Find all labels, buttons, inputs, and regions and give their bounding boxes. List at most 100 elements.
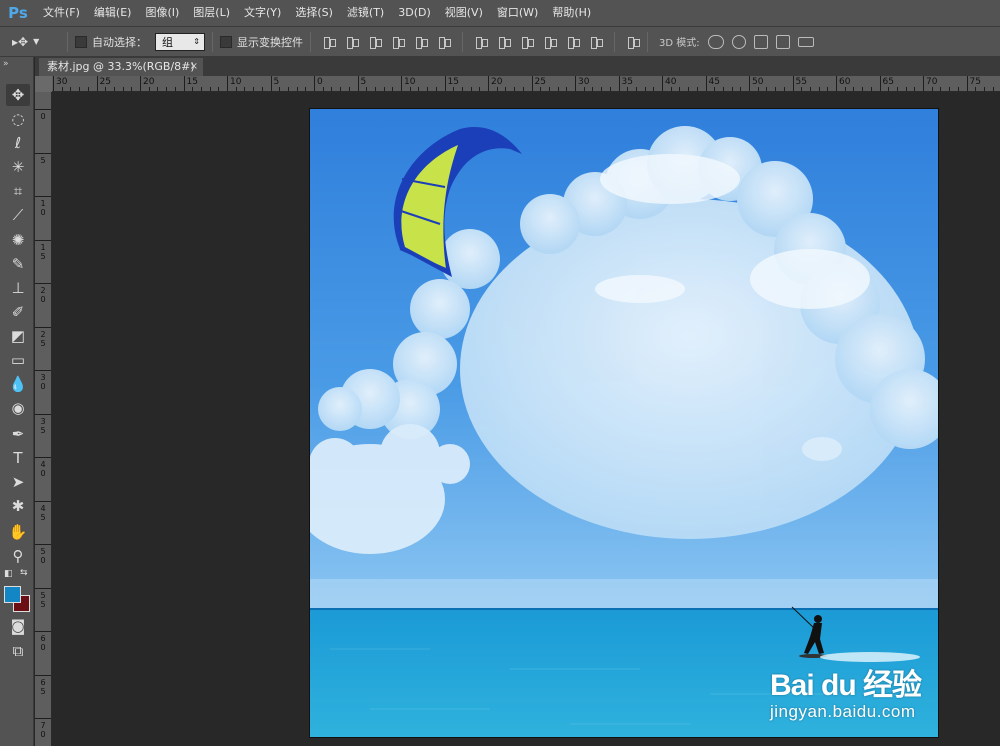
crop-tool-icon[interactable]: ⌗	[6, 180, 30, 202]
blur-tool-icon[interactable]: 💧	[6, 373, 30, 395]
ruler-tick	[183, 76, 185, 91]
brush-tool-icon[interactable]: ✎	[6, 253, 30, 275]
collapse-icon[interactable]: »	[3, 59, 9, 69]
menu-bar: Ps 文件(F) 编辑(E) 图像(I) 图层(L) 文字(Y) 选择(S) 滤…	[0, 0, 1000, 26]
3d-scale-icon[interactable]	[797, 36, 814, 47]
distribute-top-icon[interactable]	[474, 35, 488, 49]
healing-brush-tool-icon[interactable]: ✺	[6, 229, 30, 251]
menu-type[interactable]: 文字(Y)	[237, 0, 288, 26]
align-right-edges-icon[interactable]	[437, 35, 451, 49]
menu-edit[interactable]: 编辑(E)	[87, 0, 139, 26]
ruler-label: 45	[708, 77, 720, 87]
mode-3d-label: 3D 模式:	[659, 38, 700, 49]
ruler-tick	[836, 76, 837, 91]
distribute-hcenter-icon[interactable]	[566, 35, 580, 49]
auto-select-value: 组	[162, 35, 173, 49]
align-left-edges-icon[interactable]	[391, 35, 405, 49]
ruler-tick	[35, 631, 51, 632]
auto-select-dropdown[interactable]: 组 ⇕	[155, 32, 205, 51]
align-horizontal-centers-icon[interactable]	[414, 35, 428, 49]
close-icon[interactable]: ×	[190, 58, 198, 76]
3d-drag-icon[interactable]	[753, 34, 768, 49]
ruler-tick	[270, 76, 272, 91]
ruler-label: 55	[795, 77, 807, 87]
tool-preset-picker[interactable]: ▸✥ ▼	[12, 30, 60, 54]
ruler-label: 0	[317, 77, 323, 87]
default-colors-icon[interactable]: ◧	[4, 569, 13, 579]
eyedropper-tool-icon[interactable]: ⟋	[6, 204, 30, 226]
align-vertical-centers-icon[interactable]	[345, 35, 359, 49]
zoom-tool-icon[interactable]: ⚲	[6, 545, 30, 567]
history-brush-tool-icon[interactable]: ✐	[6, 301, 30, 323]
ruler-tick	[618, 76, 620, 91]
distribute-left-icon[interactable]	[543, 35, 557, 49]
options-bar: ▸✥ ▼ 自动选择： 组 ⇕ 显示变换控件 3D 模式:	[0, 26, 1000, 57]
pen-tool-icon[interactable]: ✒	[6, 423, 30, 445]
photoshop-window: Ps 文件(F) 编辑(E) 图像(I) 图层(L) 文字(Y) 选择(S) 滤…	[0, 0, 1000, 746]
ruler-tick	[444, 76, 446, 91]
menu-file[interactable]: 文件(F)	[36, 0, 87, 26]
menu-filter[interactable]: 滤镜(T)	[340, 0, 391, 26]
document-tab[interactable]: 素材.jpg @ 33.3%(RGB/8#) ×	[39, 58, 203, 76]
quick-mask-icon[interactable]: ◙	[6, 615, 30, 637]
lasso-tool-icon[interactable]: ℓ	[6, 132, 30, 154]
marquee-tool-icon[interactable]: ◌	[6, 108, 30, 130]
move-tool-icon[interactable]: ✥	[6, 84, 30, 106]
ruler-label: 3 5	[40, 416, 46, 435]
shape-tool-icon[interactable]: ✱	[6, 495, 30, 517]
watermark-logo: Bai du 经验	[770, 669, 922, 702]
gradient-tool-icon[interactable]: ▭	[6, 349, 30, 371]
hand-tool-icon[interactable]: ✋	[6, 521, 30, 543]
ruler-label: 25	[534, 77, 546, 87]
distribute-vcenter-icon[interactable]	[497, 35, 511, 49]
3d-roll-icon[interactable]	[731, 34, 746, 49]
tools-panel: » ✥ ◌ ℓ ✳ ⌗ ⟋ ✺ ✎ ⊥ ✐ ◩ ▭ 💧 ◉ ✒ T ➤ ✱ ✋ …	[0, 57, 34, 746]
ruler-tick	[35, 500, 51, 502]
screen-mode-icon[interactable]: ⧉	[6, 640, 30, 662]
auto-align-icon[interactable]	[626, 35, 640, 49]
baidu-watermark: Bai du 经验 jingyan.baidu.com	[770, 660, 922, 722]
chevron-down-icon: ▼	[33, 37, 40, 46]
3d-slide-icon[interactable]	[775, 34, 790, 49]
app-logo: Ps	[8, 4, 28, 22]
ruler-origin[interactable]	[35, 76, 52, 92]
canvas-workspace[interactable]	[52, 92, 1000, 746]
menu-help[interactable]: 帮助(H)	[545, 0, 598, 26]
swap-colors-icon[interactable]: ⇆	[20, 568, 28, 578]
foreground-color-swatch[interactable]	[4, 586, 21, 603]
document-image[interactable]	[310, 109, 938, 737]
menu-3d[interactable]: 3D(D)	[391, 0, 438, 26]
ruler-label: 4 0	[40, 460, 46, 478]
ruler-label: 6 5	[40, 677, 46, 696]
menu-select[interactable]: 选择(S)	[288, 0, 340, 26]
menu-layer[interactable]: 图层(L)	[186, 0, 237, 26]
path-selection-tool-icon[interactable]: ➤	[6, 471, 30, 493]
ruler-label: 10	[404, 77, 416, 87]
dodge-tool-icon[interactable]: ◉	[6, 397, 30, 419]
clone-stamp-tool-icon[interactable]: ⊥	[6, 277, 30, 299]
horizontal-ruler[interactable]: 30 25 20 15 10 5 0 5 10 15 20 25 30 35 40 45 50 55 60 65 70 7…	[52, 76, 1000, 92]
ruler-tick	[35, 283, 51, 284]
show-transform-checkbox[interactable]	[220, 35, 232, 48]
align-bottom-edges-icon[interactable]	[368, 35, 382, 49]
eraser-tool-icon[interactable]: ◩	[6, 325, 30, 347]
magic-wand-tool-icon[interactable]: ✳	[6, 156, 30, 178]
ruler-label: 20	[491, 77, 503, 87]
menu-image[interactable]: 图像(I)	[138, 0, 186, 26]
ruler-tick	[705, 76, 707, 91]
divider	[614, 31, 615, 52]
ruler-label: 20	[143, 77, 155, 87]
3d-rotate-icon[interactable]	[707, 34, 724, 49]
menu-view[interactable]: 视图(V)	[438, 0, 490, 26]
distribute-bottom-icon[interactable]	[520, 35, 534, 49]
ruler-label: 25	[99, 77, 111, 87]
ruler-label: 10	[230, 77, 242, 87]
vertical-ruler[interactable]: 0 5 1 0 1 5 2 0 2 5 3 0 3 5 4 0 4 5 5 0 5 5 6 0 6 5 7 …	[35, 92, 52, 746]
type-tool-icon[interactable]: T	[6, 447, 30, 469]
distribute-right-icon[interactable]	[589, 35, 603, 49]
menu-window[interactable]: 窗口(W)	[490, 0, 545, 26]
ruler-tick	[35, 544, 51, 545]
align-top-edges-icon[interactable]	[322, 35, 336, 49]
ruler-tick	[35, 370, 51, 371]
auto-select-checkbox[interactable]	[75, 35, 87, 48]
